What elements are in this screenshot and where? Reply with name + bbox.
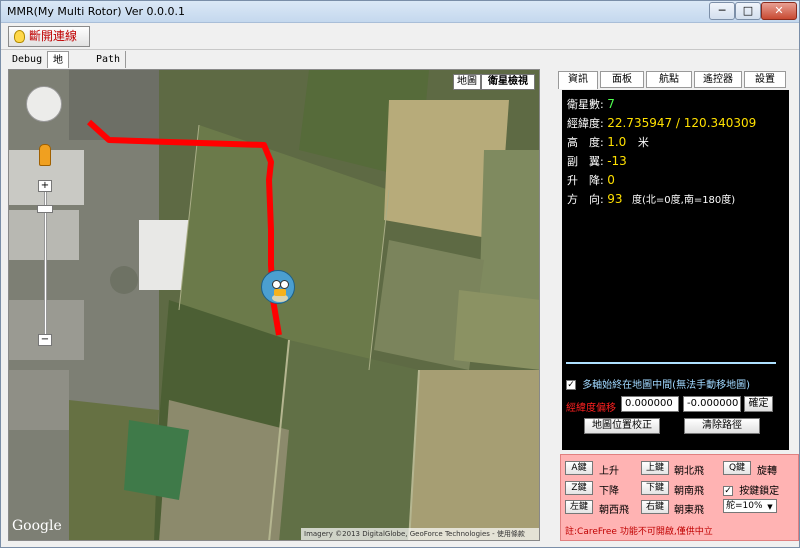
tab-info[interactable]: 資訊 <box>558 71 598 89</box>
toolbar: 斷開連線 <box>1 24 799 50</box>
roll-label: 副 翼: <box>567 155 604 168</box>
divider-line <box>566 362 776 364</box>
latlon-label: 經緯度: <box>567 117 604 130</box>
map-attribution[interactable]: Imagery ©2013 DigitalGlobe, GeoForce Tec… <box>301 528 539 540</box>
down-key-action: 朝南飛 <box>674 486 704 497</box>
drone-bird-icon <box>261 270 295 304</box>
z-key-button[interactable]: Z鍵 <box>565 481 593 495</box>
calibrate-map-button[interactable]: 地圖位置校正 <box>584 418 660 434</box>
up-key-action: 朝北飛 <box>674 466 704 477</box>
info-panel: 衛星數: 7 經緯度: 22.735947 / 120.340309 高 度: … <box>562 90 789 450</box>
satellites-row: 衛星數: 7 <box>567 96 615 112</box>
heading-label: 方 向: <box>567 193 604 206</box>
center-map-checkbox[interactable]: ✓ <box>566 380 576 390</box>
speed-value: 舵=10% <box>726 501 763 511</box>
heading-row: 方 向: 93 度(北=0度,南=180度) <box>567 191 735 207</box>
satellites-value: 7 <box>607 97 615 111</box>
disconnect-button[interactable]: 斷開連線 <box>8 26 90 47</box>
speed-dropdown[interactable]: 舵=10% ▼ <box>723 499 777 513</box>
google-logo: Google <box>12 518 62 534</box>
climb-value: 0 <box>607 173 615 187</box>
zoom-slider-track[interactable] <box>44 180 47 340</box>
close-button[interactable]: ✕ <box>761 2 797 20</box>
center-map-label: 多軸始終在地圖中間(無法手動移地圖) <box>582 380 750 391</box>
keyboard-control-panel: A鍵 上升 Z鍵 下降 左鍵 朝西飛 上鍵 朝北飛 下鍵 朝南飛 右鍵 朝東飛 … <box>560 454 799 541</box>
climb-row: 升 降: 0 <box>567 172 615 188</box>
key-lock-checkbox[interactable]: ✓ <box>723 486 733 496</box>
altitude-unit: 米 <box>637 136 649 149</box>
right-key-button[interactable]: 右鍵 <box>641 500 669 514</box>
tab-path-log[interactable]: Path log <box>91 51 127 82</box>
a-key-action: 上升 <box>599 466 619 477</box>
offset-label: 經緯度偏移 <box>566 403 616 414</box>
q-key-button[interactable]: Q鍵 <box>723 461 751 475</box>
heading-value: 93 <box>607 192 623 206</box>
altitude-row: 高 度: 1.0 米 <box>567 134 649 150</box>
tab-waypoints[interactable]: 航點 <box>646 71 692 88</box>
satellites-label: 衛星數: <box>567 98 604 111</box>
chevron-down-icon: ▼ <box>767 503 773 511</box>
left-key-action: 朝西飛 <box>599 505 629 516</box>
climb-label: 升 降: <box>567 174 604 187</box>
title-bar: MMR(My Multi Rotor) Ver 0.0.0.1 ─ □ ✕ <box>1 1 799 23</box>
tab-remote[interactable]: 遙控器 <box>694 71 742 88</box>
clear-path-button[interactable]: 清除路徑 <box>684 418 760 434</box>
tab-debug[interactable]: Debug <box>7 51 49 68</box>
lightbulb-icon <box>14 30 25 43</box>
confirm-offset-button[interactable]: 確定 <box>744 396 773 412</box>
carefree-note: 註:CareFree 功能不可開啟,僅供中立 <box>565 527 713 537</box>
offset-lon-input[interactable]: -0.000000 <box>683 396 741 412</box>
satellite-map[interactable]: 地圖 衛星檢視 + − Google Imagery ©2013 Digital… <box>8 69 540 541</box>
altitude-value: 1.0 <box>607 135 627 149</box>
z-key-action: 下降 <box>599 486 619 497</box>
pegman-icon[interactable] <box>39 144 51 166</box>
zoom-in-button[interactable]: + <box>38 180 52 192</box>
right-key-action: 朝東飛 <box>674 505 704 516</box>
key-lock-label: 按鍵鎖定 <box>739 486 780 497</box>
tab-map[interactable]: 地圖 <box>47 51 69 83</box>
pan-control[interactable] <box>26 86 62 122</box>
minimize-button[interactable]: ─ <box>709 2 735 20</box>
map-type-map-button[interactable]: 地圖 <box>453 74 481 90</box>
latlon-row: 經緯度: 22.735947 / 120.340309 <box>567 115 756 131</box>
right-tab-strip: 資訊 面板 航點 遙控器 設置 <box>558 71 798 89</box>
maximize-button[interactable]: □ <box>735 2 761 20</box>
zoom-handle[interactable] <box>37 205 53 213</box>
disconnect-label: 斷開連線 <box>29 29 78 43</box>
bird-beak <box>274 289 286 296</box>
tab-panel[interactable]: 面板 <box>600 71 644 88</box>
a-key-button[interactable]: A鍵 <box>565 461 593 475</box>
roll-value: -13 <box>607 154 627 168</box>
window-title: MMR(My Multi Rotor) Ver 0.0.0.1 <box>7 5 185 18</box>
app-window: MMR(My Multi Rotor) Ver 0.0.0.1 ─ □ ✕ 斷開… <box>0 0 800 548</box>
down-key-button[interactable]: 下鍵 <box>641 481 669 495</box>
q-key-action: 旋轉 <box>757 466 777 477</box>
latlon-value: 22.735947 / 120.340309 <box>607 116 757 130</box>
key-lock-row[interactable]: ✓ 按鍵鎖定 <box>723 482 779 497</box>
map-type-satellite-button[interactable]: 衛星檢視 <box>481 74 535 90</box>
offset-lat-input[interactable]: 0.000000 <box>621 396 679 412</box>
left-key-button[interactable]: 左鍵 <box>565 500 593 514</box>
zoom-out-button[interactable]: − <box>38 334 52 346</box>
tab-settings[interactable]: 設置 <box>744 71 786 88</box>
up-key-button[interactable]: 上鍵 <box>641 461 669 475</box>
roll-row: 副 翼: -13 <box>567 153 627 169</box>
bird-eye-right <box>280 280 289 289</box>
center-map-checkbox-row[interactable]: ✓ 多軸始終在地圖中間(無法手動移地圖) <box>566 376 750 391</box>
satellite-imagery <box>9 70 539 540</box>
altitude-label: 高 度: <box>567 136 604 149</box>
heading-note: 度(北=0度,南=180度) <box>632 195 736 206</box>
